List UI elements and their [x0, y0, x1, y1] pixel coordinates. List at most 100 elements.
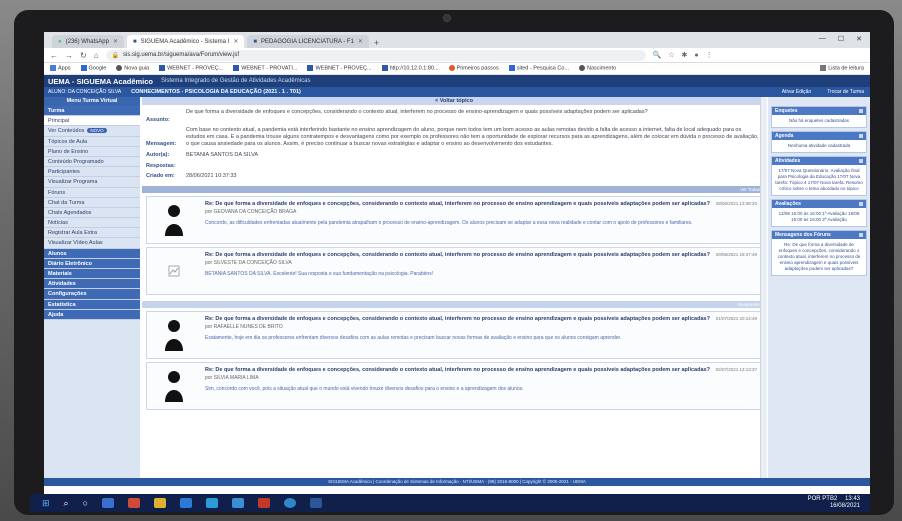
task-view-icon[interactable]: ○: [83, 498, 88, 508]
sidebar-item[interactable]: Notícias: [44, 218, 140, 229]
zoom-icon[interactable]: 🔍: [653, 51, 662, 59]
menu-icon[interactable]: ⋮: [706, 51, 713, 59]
close-window-icon[interactable]: ✕: [856, 35, 862, 43]
forward-icon[interactable]: →: [65, 51, 73, 60]
taskbar-app-icon[interactable]: [206, 498, 219, 508]
sidebar-item[interactable]: Chats Agendados: [44, 208, 140, 219]
sidebar-item-label: Tópicos de Aula: [48, 138, 88, 145]
profile-icon[interactable]: ●: [694, 52, 698, 59]
sidebar-item[interactable]: Registrar Aula Extra: [44, 228, 140, 239]
sidebar-item[interactable]: Materiais: [44, 269, 140, 280]
maximize-icon[interactable]: ☐: [838, 35, 844, 43]
sidebar-item-label: Ajuda: [48, 311, 64, 318]
bookmark-webnet-3[interactable]: WEBNET - PROVEÇ...: [307, 65, 372, 72]
taskbar-app-icon[interactable]: [258, 498, 271, 508]
subject-label: Assunto:: [146, 117, 170, 123]
sidebar-item[interactable]: Chat da Turma: [44, 198, 140, 208]
side-panel: Avaliações 12/08 15:00 às 16:00 1ª Avalia…: [771, 199, 867, 227]
sidebar-item[interactable]: Alunos: [44, 248, 140, 259]
sidebar-item[interactable]: Principal: [44, 116, 140, 127]
windows-start-icon[interactable]: ⊞: [42, 498, 50, 509]
panel-title[interactable]: Avaliações: [772, 200, 866, 208]
panel-title[interactable]: Enquetes: [772, 107, 866, 115]
trocar-turma-link[interactable]: Trocar de Turma: [827, 89, 870, 95]
bookmark-apps[interactable]: Apps: [50, 65, 71, 72]
tab-whatsapp[interactable]: ● (236) WhatsApp ✕: [52, 35, 125, 48]
close-icon[interactable]: ✕: [233, 38, 238, 45]
taskbar-word-icon[interactable]: [310, 498, 323, 508]
search-icon[interactable]: ⌕: [64, 498, 69, 509]
edit-link[interactable]: Ativar Edição: [782, 89, 817, 95]
panel-title[interactable]: Agenda: [772, 132, 866, 140]
sidebar-item-label: Participantes: [48, 169, 80, 176]
sidebar-item-label: Ver Conteúdos: [48, 128, 85, 135]
bookmark-primeiros-passos[interactable]: Primeiros passos: [448, 65, 499, 72]
bookmark-webnet-1[interactable]: WEBNET - PROVEÇ...: [159, 65, 223, 72]
sidebar-item[interactable]: Configurações: [44, 289, 140, 300]
sidebar-item[interactable]: Estatística: [44, 299, 140, 310]
panel-title[interactable]: Atividades: [772, 157, 866, 165]
sidebar-item[interactable]: Diário Eletrônico: [44, 258, 140, 269]
message-field: Mensagem: Com base no contexto atual, a …: [142, 123, 766, 148]
clock[interactable]: 13:43: [845, 496, 860, 502]
reply-title[interactable]: Re: De que forma a diversidade de enfoqu…: [205, 316, 711, 323]
bookmark-sited[interactable]: sited - Pesquisa Co...: [508, 65, 569, 72]
taskbar-chrome-icon[interactable]: [284, 498, 297, 508]
tab-label: (236) WhatsApp: [65, 38, 109, 45]
view-all-link[interactable]: Ver Todas: [740, 187, 760, 192]
back-topic-link[interactable]: < Voltar tópico: [142, 97, 766, 105]
reading-list[interactable]: Lista de leitura: [820, 65, 864, 72]
bookmark-http[interactable]: http://10.12.0.1:80...: [381, 65, 439, 72]
sidebar-item[interactable]: Participantes: [44, 167, 140, 178]
taskbar-app-icon[interactable]: [232, 498, 245, 508]
reply-title[interactable]: Re: De que forma a diversidade de enfoqu…: [205, 201, 711, 208]
back-icon[interactable]: ←: [50, 51, 58, 60]
sidebar-item[interactable]: Visualizar Vídeo Aulas: [44, 238, 140, 249]
replies-field: Respostas:: [142, 159, 766, 169]
bookmark-google[interactable]: Google: [80, 65, 106, 72]
whatsapp-icon: ●: [58, 38, 62, 45]
language-indicator[interactable]: POR PTB2: [808, 496, 838, 502]
bookmark-webnet-2[interactable]: WEBNET - PROVATI...: [233, 65, 297, 72]
taskbar-app-icon[interactable]: [128, 498, 141, 508]
reload-icon[interactable]: ↻: [80, 51, 87, 60]
tab-siguema[interactable]: ■ SIGUEMA Acadêmico - Sistema I ✕: [127, 35, 245, 48]
date[interactable]: 16/08/2021: [830, 503, 860, 509]
bookmark-nascimento[interactable]: Nascimento: [579, 65, 616, 72]
sidebar-item[interactable]: Ver Conteúdos NOVO: [44, 126, 140, 137]
url-field[interactable]: 🔒 sis.sig.uema.br/siguema/ava/Forum/view…: [105, 49, 646, 61]
subject-value: De que forma a diversidade de enfoques e…: [186, 109, 648, 115]
new-tab-button[interactable]: +: [374, 38, 379, 48]
sidebar-item[interactable]: Plano de Ensino: [44, 147, 140, 157]
extension-icon[interactable]: ✱: [682, 51, 688, 59]
taskbar-app-icon[interactable]: [154, 498, 167, 508]
panel-title[interactable]: Mensagens dos Fóruns: [772, 231, 866, 239]
main-content: < Voltar tópico Assunto: De que forma a …: [142, 97, 766, 478]
minimize-icon[interactable]: —: [819, 35, 826, 43]
tab-pedagogia[interactable]: ■ PEDAGOGIA LICENCIATURA - F1 ✕: [247, 35, 369, 48]
replies-value: [186, 163, 762, 169]
sidebar-item[interactable]: Atividades: [44, 279, 140, 290]
webcam: [443, 14, 451, 22]
sidebar-item[interactable]: Conteúdo Programado: [44, 157, 140, 168]
star-icon[interactable]: ☆: [668, 51, 674, 59]
sidebar-item-label: Conteúdo Programado: [48, 158, 104, 165]
sidebar-item[interactable]: Visualizar Programa: [44, 177, 140, 188]
close-icon[interactable]: ✕: [113, 38, 118, 45]
author-value: BETANIA SANTOS DA SILVA: [186, 152, 259, 158]
reply-text: BETANIA SANTOS DA SILVA. Excelente! Sua …: [205, 270, 434, 277]
close-icon[interactable]: ✕: [358, 38, 363, 45]
sidebar-item-label: Chats Agendados: [48, 209, 92, 216]
sidebar-item[interactable]: Ajuda: [44, 309, 140, 320]
reply-title[interactable]: Re: De que forma a diversidade de enfoqu…: [205, 367, 711, 374]
main-scrollbar[interactable]: [760, 97, 767, 478]
taskbar-app-icon[interactable]: [102, 498, 115, 508]
sidebar-item[interactable]: Fóruns: [44, 188, 140, 198]
bookmark-nova-guia[interactable]: Nova guia: [116, 65, 149, 72]
reply-title[interactable]: Re: De que forma a diversidade de enfoqu…: [205, 252, 711, 259]
home-icon[interactable]: ⌂: [94, 51, 99, 60]
sidebar-item[interactable]: Tópicos de Aula: [44, 137, 140, 147]
reply-link[interactable]: Responder: [738, 302, 760, 307]
sidebar-item[interactable]: Turma: [44, 106, 140, 117]
taskbar-app-icon[interactable]: [180, 498, 193, 508]
